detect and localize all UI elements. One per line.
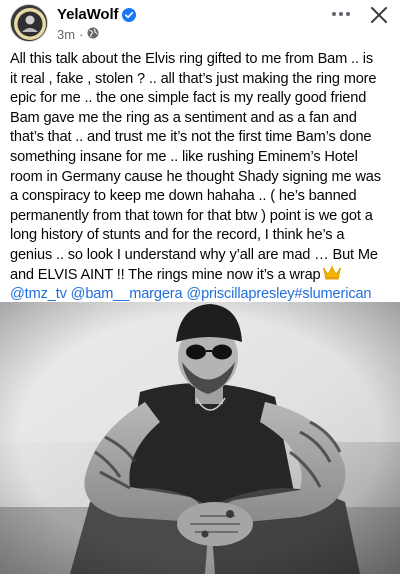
- mention-tmz[interactable]: @tmz_tv: [10, 286, 67, 302]
- post-text-line: it real , fake , stolen ? .. all that’s …: [10, 70, 377, 87]
- post-text-line: something insane for me .. like rushing …: [10, 148, 358, 165]
- meta-separator: ·: [79, 27, 84, 42]
- hashtag-slumerican[interactable]: #slumerican: [294, 286, 371, 302]
- post-body: All this talk about the Elvis ring gifte…: [10, 50, 392, 305]
- close-button[interactable]: [366, 2, 392, 28]
- more-horizontal-icon: [332, 12, 350, 16]
- close-icon: [371, 7, 387, 23]
- post-text-line: that’s that .. and trust me it’s not the…: [10, 129, 372, 146]
- post-text-line: genius .. so look I understand why y’all…: [10, 246, 378, 263]
- verified-badge-icon: [122, 7, 137, 22]
- post-text-line: permanently from that town for that btw …: [10, 207, 373, 224]
- author-name[interactable]: YelaWolf: [57, 6, 119, 23]
- post-meta: 3m ·: [57, 27, 99, 42]
- post-text-line: long history of stunts and for the recor…: [10, 227, 345, 244]
- post-time[interactable]: 3m: [57, 27, 75, 42]
- post-text-line: All this talk about the Elvis ring gifte…: [10, 51, 373, 67]
- mention-priscilla-presley[interactable]: @priscillapresley: [186, 286, 294, 302]
- crown-emoji-icon: [322, 265, 341, 280]
- globe-icon: [87, 27, 99, 42]
- post-text-line: and ELVIS AINT !! The rings mine now it’…: [10, 266, 321, 283]
- post-text-line: Bam gave me the ring as a sentiment and …: [10, 109, 357, 126]
- post-text-line: room in Germany cause he thought Shady s…: [10, 168, 381, 185]
- mention-bam-margera[interactable]: @bam__margera: [71, 286, 183, 302]
- post-photo[interactable]: [0, 302, 400, 574]
- post-header: YelaWolf 3m ·: [0, 0, 400, 50]
- more-options-button[interactable]: [327, 2, 355, 26]
- post-text-line: epic for me .. the one simple fact is my…: [10, 90, 367, 107]
- author-row: YelaWolf: [57, 6, 137, 23]
- post-photo-image: [0, 302, 400, 574]
- avatar[interactable]: [10, 4, 48, 42]
- post-text-last-line: and ELVIS AINT !! The rings mine now it’…: [10, 265, 392, 286]
- post-text-line: a conspiracy to keep me down hahaha .. (…: [10, 188, 357, 205]
